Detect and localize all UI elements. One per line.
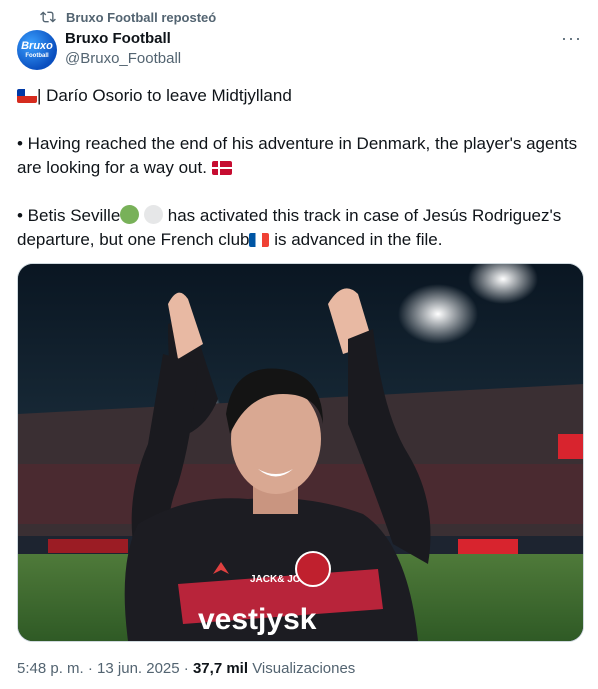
tweet-date[interactable]: 13 jun. 2025 [97, 660, 180, 677]
tweet-text: | Darío Osorio to leave Midtjylland • Ha… [17, 84, 582, 252]
tweet-line-1: | Darío Osorio to leave Midtjylland [17, 84, 582, 108]
view-count: 37,7 mil [192, 660, 249, 677]
author-block: Bruxo Football @Bruxo_Football [65, 30, 181, 67]
repost-icon [40, 11, 56, 23]
tweet-line-3c-text: is advanced in the file. [274, 230, 443, 249]
france-flag-icon [249, 233, 270, 247]
repost-text: Bruxo Football reposteó [66, 9, 217, 25]
avatar[interactable]: Bruxo Football [17, 30, 57, 70]
tweet-media-photo[interactable]: vestjysk JACK& JONES [17, 263, 584, 642]
more-options-icon[interactable]: ··· [561, 28, 582, 49]
green-circle-icon [120, 205, 140, 224]
chile-flag-icon [17, 89, 37, 103]
denmark-flag-icon [211, 161, 232, 175]
author-display-name[interactable]: Bruxo Football [65, 30, 181, 47]
tweet-line-2-text: • Having reached the end of his adventur… [17, 134, 578, 177]
author-handle[interactable]: @Bruxo_Football [65, 50, 181, 67]
meta-separator: · [83, 660, 98, 677]
tweet-line-3: • Betis Seville has activated this track… [17, 204, 582, 252]
avatar-logo-subtext: Football [25, 53, 49, 59]
sponsor-text: vestjysk [198, 603, 317, 636]
repost-indicator[interactable]: Bruxo Football reposteó [40, 9, 216, 25]
player-photo-illustration: vestjysk JACK& JONES [18, 264, 583, 641]
tweet-line-3a-text: • Betis Seville [17, 206, 121, 225]
avatar-logo-text: Bruxo [21, 40, 53, 52]
white-circle-icon [144, 205, 164, 224]
meta-separator-2: · [179, 660, 193, 677]
tweet-line-1-text: | Darío Osorio to leave Midtjylland [37, 86, 292, 105]
tweet-time[interactable]: 5:48 p. m. [17, 660, 84, 677]
tweet-metadata: 5:48 p. m. · 13 jun. 2025 · 37,7 mil Vis… [17, 660, 355, 677]
tweet-line-2: • Having reached the end of his adventur… [17, 132, 582, 180]
views-label: Visualizaciones [252, 660, 356, 677]
